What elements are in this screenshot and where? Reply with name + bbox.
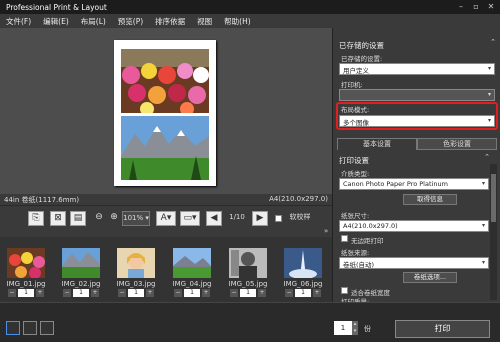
thumbnail-name: IMG_04.jpg — [172, 280, 212, 288]
next-page-icon[interactable]: ▶ — [252, 211, 268, 226]
thumbnail-image[interactable] — [284, 248, 322, 278]
page-setup-icon[interactable]: ▭▾ — [180, 211, 200, 226]
thumbnail-name: IMG_03.jpg — [116, 280, 156, 288]
menu-help[interactable]: 帮助(H) — [224, 16, 251, 27]
delete-page-icon[interactable]: ⊠ — [50, 211, 66, 226]
filmstrip[interactable]: IMG_01.jpg −1 + IMG_02.jpg −1 + IMG_03.jpg… — [0, 237, 332, 302]
soft-proof-label: 软校样 — [289, 213, 311, 221]
panel-scrollbar[interactable] — [490, 164, 497, 300]
bottom-bar: 1 ▴ ▾ 份 打印 — [0, 302, 500, 342]
maximize-icon[interactable]: ▫ — [469, 1, 483, 12]
copy-counter: −1 + — [118, 289, 154, 297]
zoom-select[interactable]: 101% ▾ — [122, 211, 150, 226]
borderless-checkbox[interactable] — [341, 235, 348, 242]
paper-source-select[interactable]: 卷纸(自动) ▾ — [339, 257, 489, 269]
copy-counter: −1 + — [285, 289, 321, 297]
thumbnail-image[interactable] — [7, 248, 45, 278]
thumbnail-name: IMG_06.jpg — [283, 280, 323, 288]
saved-settings-label: 已存储的设置: — [341, 55, 383, 63]
thumbnail-name: IMG_01.jpg — [6, 280, 46, 288]
zoom-out-icon[interactable]: ⊖ — [92, 211, 106, 226]
roll-paper-info: 44in 卷纸(1117.6mm) — [4, 196, 80, 204]
borderless-label: 无边距打印 — [351, 237, 384, 245]
zoom-in-icon[interactable]: ⊕ — [107, 211, 121, 226]
printer-label: 打印机: — [341, 81, 363, 89]
text-icon[interactable]: A▾ — [156, 211, 176, 226]
menu-edit[interactable]: 编辑(E) — [43, 16, 69, 27]
copies-stepper[interactable]: ▴ ▾ — [352, 321, 358, 335]
photo-mountains[interactable] — [121, 116, 209, 180]
copies-unit: 份 — [364, 325, 371, 333]
paper-sheet[interactable] — [114, 40, 216, 186]
thumbnail-name: IMG_05.jpg — [228, 280, 268, 288]
menu-view[interactable]: 视图 — [197, 16, 212, 27]
page-indicator: 1/10 — [229, 213, 245, 221]
copy-counter: −1 + — [63, 289, 99, 297]
minimize-icon[interactable]: – — [454, 1, 468, 12]
photo-flowers[interactable] — [121, 49, 209, 113]
single-view-icon[interactable] — [6, 321, 20, 335]
menu-sort[interactable]: 排序依据 — [155, 16, 185, 27]
dual-view-icon[interactable] — [40, 321, 54, 335]
soft-proof-checkbox[interactable] — [275, 215, 282, 222]
preview-toolbar: ⎘ ⊠ ▤ ⊖ ⊕ 101% ▾ A▾ ▭▾ ◀ 1/10 ▶ 软校样 — [0, 205, 332, 229]
thumbnail-name: IMG_02.jpg — [61, 280, 101, 288]
menu-file[interactable]: 文件(F) — [6, 16, 31, 27]
collapse-icon[interactable]: » — [324, 227, 328, 235]
filmstrip-divider[interactable]: » — [0, 227, 332, 237]
thumbnail-item[interactable]: IMG_05.jpg −1 + — [224, 242, 272, 300]
close-icon[interactable]: ✕ — [484, 1, 498, 12]
paper-size-select[interactable]: A4(210.0x297.0) ▾ — [339, 220, 489, 232]
get-info-button[interactable]: 取得信息 — [403, 194, 457, 205]
print-button[interactable]: 打印 — [395, 320, 490, 338]
title-bar: Professional Print & Layout — [0, 0, 500, 14]
thumbnail-item[interactable]: IMG_06.jpg −1 + — [279, 242, 327, 300]
printer-select[interactable]: ▾ — [339, 89, 495, 101]
media-type-label: 介质类型: — [341, 170, 370, 178]
saved-settings-header: 已存储的设置 — [339, 41, 384, 50]
roll-options-button[interactable]: 卷纸选项... — [403, 272, 457, 283]
split-view-icon[interactable] — [23, 321, 37, 335]
media-type-select[interactable]: Canon Photo Paper Pro Platinum ▾ — [339, 178, 489, 190]
paper-size-label: 纸张尺寸: — [341, 212, 370, 220]
app-title: Professional Print & Layout — [6, 3, 107, 12]
print-settings-header: 打印设置 — [339, 156, 369, 165]
layout-mode-select[interactable]: 多个图像 ▾ — [339, 115, 495, 127]
thumbnail-item[interactable]: IMG_03.jpg −1 + — [112, 242, 160, 300]
layout-mode-label: 布局模式: — [341, 106, 370, 114]
copies-input[interactable]: 1 — [334, 321, 352, 335]
saved-settings-select[interactable]: 用户定义 ▾ — [339, 63, 495, 75]
paper-info-bar: 44in 卷纸(1117.6mm) A4(210.0x297.0) — [0, 194, 332, 205]
paper-source-label: 纸张来源: — [341, 249, 370, 257]
settings-panel: 已存储的设置 ⌃ 已存储的设置: 用户定义 ▾ 打印机: ▾ 布局模式: 多个图像… — [332, 28, 500, 306]
thumbnail-image[interactable] — [62, 248, 100, 278]
copy-counter: −1 + — [230, 289, 266, 297]
thumbnail-item[interactable]: IMG_02.jpg −1 + — [57, 242, 105, 300]
copy-counter: −1 + — [174, 289, 210, 297]
thumbnail-item[interactable]: IMG_01.jpg −1 + — [2, 242, 50, 300]
thumbnail-image[interactable] — [117, 248, 155, 278]
tab-color-settings[interactable]: 色彩设置 — [417, 138, 497, 150]
tab-basic-settings[interactable]: 基本设置 — [337, 138, 417, 150]
collapse-icon[interactable]: ⌃ — [490, 38, 496, 46]
menu-preview[interactable]: 预览(P) — [118, 16, 143, 27]
fit-page-icon[interactable]: ▤ — [70, 211, 86, 226]
add-page-icon[interactable]: ⎘ — [28, 211, 44, 226]
fit-roll-checkbox[interactable] — [341, 287, 348, 294]
menu-layout[interactable]: 布局(L) — [81, 16, 106, 27]
page-size-info: A4(210.0x297.0) — [269, 195, 328, 203]
thumbnail-image[interactable] — [173, 248, 211, 278]
collapse-icon[interactable]: ⌃ — [484, 153, 490, 161]
thumbnail-image[interactable] — [229, 248, 267, 278]
thumbnail-item[interactable]: IMG_04.jpg −1 + — [168, 242, 216, 300]
copy-counter: −1 + — [8, 289, 44, 297]
prev-page-icon[interactable]: ◀ — [206, 211, 222, 226]
menu-bar: 文件(F) 编辑(E) 布局(L) 预览(P) 排序依据 视图 帮助(H) — [0, 14, 500, 28]
